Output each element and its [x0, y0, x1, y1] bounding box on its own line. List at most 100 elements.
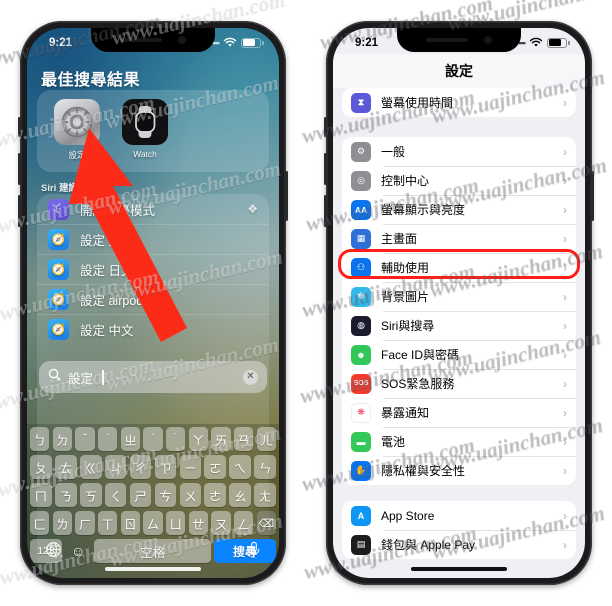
key[interactable]: ㄋ — [54, 483, 77, 507]
globe-icon[interactable] — [45, 541, 62, 563]
key[interactable]: ㄛ — [204, 455, 227, 479]
list-item[interactable]: 🧭 設定 英文 — [37, 224, 269, 254]
silent-switch[interactable] — [18, 117, 21, 137]
list-item[interactable]: ☾ 開啟勿擾模式 ❖ — [37, 194, 269, 224]
key[interactable]: ㄡ — [211, 511, 231, 535]
settings-row-control-center[interactable]: ◎ 控制中心 › — [342, 166, 576, 195]
settings-row-wallpaper[interactable]: ✾ 背景圖片 › — [342, 282, 576, 311]
settings-row-display[interactable]: AA 螢幕顯示與亮度 › — [342, 195, 576, 224]
settings-row-wallet[interactable]: ▤ 錢包與 Apple Pay › — [342, 530, 576, 559]
power-button[interactable] — [591, 171, 594, 221]
key[interactable]: ㄧ — [179, 455, 202, 479]
settings-row-faceid[interactable]: ☻ Face ID與密碼 › — [342, 340, 576, 369]
key[interactable]: ㄇ — [29, 483, 52, 507]
top-result-app-settings[interactable]: 設定 — [53, 99, 101, 161]
key[interactable]: ㄍ — [79, 455, 102, 479]
key[interactable]: ㄈ — [29, 511, 50, 535]
key[interactable]: ㄙ — [143, 511, 163, 535]
settings-row-accessibility[interactable]: ⚇ 輔助使用 › — [342, 253, 576, 282]
key[interactable]: ㄟ — [229, 455, 252, 479]
key[interactable]: ㄗ — [154, 455, 177, 479]
list-item-label: 設定 中文 — [80, 324, 134, 338]
display-brightness-icon: AA — [351, 199, 371, 220]
key[interactable]: ㄉ — [52, 427, 73, 451]
settings-row-home-screen[interactable]: ▦ 主畫面 › — [342, 224, 576, 253]
key[interactable]: ㄞ — [211, 427, 231, 451]
key[interactable]: ㄢ — [233, 427, 254, 451]
volume-down-button[interactable] — [18, 195, 21, 227]
key[interactable]: ㄌ — [52, 511, 73, 535]
key[interactable]: ㄐ — [104, 455, 127, 479]
volume-up-button[interactable] — [324, 153, 327, 185]
search-input[interactable]: 設定 ✕ — [39, 361, 267, 393]
key[interactable]: ㄤ — [254, 483, 277, 507]
silent-switch[interactable] — [324, 117, 327, 137]
settings-row-app-store[interactable]: A App Store › — [342, 501, 576, 530]
spotlight-search-bar-wrap: 設定 ✕ — [27, 358, 279, 398]
key[interactable]: ㄊ — [54, 455, 77, 479]
key[interactable]: ㄠ — [229, 483, 252, 507]
siri-suggestions-heading: Siri 建議 — [41, 183, 78, 194]
key[interactable]: ㄘ — [154, 483, 177, 507]
settings-row-siri[interactable]: ◍ Siri與搜尋 › — [342, 311, 576, 340]
top-result-app-watch[interactable]: Watch — [121, 99, 169, 161]
key[interactable]: ㄦ — [256, 427, 277, 451]
key[interactable]: ㄚ — [188, 427, 209, 451]
chevron-right-icon: › — [563, 508, 567, 523]
settings-row-label: 螢幕使用時間 — [381, 96, 454, 110]
volume-up-button[interactable] — [18, 153, 21, 185]
safari-icon: 🧭 — [48, 259, 69, 280]
key[interactable]: ㄨ — [179, 483, 202, 507]
key[interactable]: ㄣ — [254, 455, 277, 479]
key[interactable]: ㄔ — [129, 455, 152, 479]
keyboard-footer — [27, 534, 279, 578]
keyboard-row-1: ㄅ ㄉ ˇ ˋ ㄓ ˊ ˙ ㄚ ㄞ ㄢ ㄦ — [29, 427, 277, 451]
settings-row-label: 隱私權與安全性 — [381, 464, 466, 478]
home-indicator[interactable] — [411, 567, 507, 571]
settings-row-sos[interactable]: SOS SOS緊急服務 › — [342, 369, 576, 398]
settings-gear-icon — [54, 99, 100, 145]
key[interactable]: ㄆ — [29, 455, 52, 479]
settings-scroll-area[interactable]: ⧗ 螢幕使用時間 › ⚙ 一般 › ◎ 控制中心 › AA 螢幕顯示與亮度 › … — [333, 88, 585, 578]
key[interactable]: ㄥ — [233, 511, 254, 535]
key[interactable]: ㄝ — [188, 511, 209, 535]
microphone-icon[interactable] — [247, 541, 261, 564]
key[interactable]: ˋ — [97, 427, 118, 451]
layers-icon: ❖ — [247, 202, 258, 216]
home-indicator[interactable] — [105, 567, 201, 571]
key[interactable]: ㄎ — [79, 483, 102, 507]
key[interactable]: ˊ — [143, 427, 163, 451]
volume-down-button[interactable] — [324, 195, 327, 227]
emergency-sos-icon: SOS — [351, 373, 371, 394]
key[interactable]: ㄅ — [29, 427, 50, 451]
key[interactable]: ㄩ — [165, 511, 186, 535]
wifi-icon — [529, 37, 543, 48]
key[interactable]: ㄒ — [97, 511, 118, 535]
chevron-right-icon: › — [563, 173, 567, 188]
settings-row-screentime[interactable]: ⧗ 螢幕使用時間 › — [342, 88, 576, 117]
key[interactable]: ㄜ — [204, 483, 227, 507]
list-item[interactable]: 🧭 設定 中文 — [37, 314, 269, 344]
key[interactable]: ㄕ — [129, 483, 152, 507]
screentime-icon: ⧗ — [351, 92, 371, 113]
wifi-icon — [223, 37, 237, 48]
list-item[interactable]: 🧭 設定 日文 — [37, 254, 269, 284]
settings-row-privacy[interactable]: ✋ 隱私權與安全性 › — [342, 456, 576, 485]
list-item[interactable]: 🧭 設定 airpods — [37, 284, 269, 314]
key[interactable]: ㄖ — [120, 511, 141, 535]
settings-row-exposure[interactable]: ❋ 暴露通知 › — [342, 398, 576, 427]
key[interactable]: ㄑ — [104, 483, 127, 507]
control-center-icon: ◎ — [351, 170, 371, 191]
exposure-notification-icon: ❋ — [351, 402, 371, 423]
key[interactable]: ˙ — [165, 427, 186, 451]
delete-key[interactable]: ⌫ — [256, 511, 277, 535]
power-button[interactable] — [285, 171, 288, 221]
settings-row-battery[interactable]: ▬ 電池 › — [342, 427, 576, 456]
settings-row-general[interactable]: ⚙ 一般 › — [342, 137, 576, 166]
key[interactable]: ㄓ — [120, 427, 141, 451]
chevron-right-icon: › — [563, 434, 567, 449]
key[interactable]: ˇ — [75, 427, 95, 451]
clear-circle-icon[interactable]: ✕ — [243, 369, 258, 385]
moon-icon: ☾ — [48, 198, 69, 220]
key[interactable]: ㄏ — [75, 511, 95, 535]
